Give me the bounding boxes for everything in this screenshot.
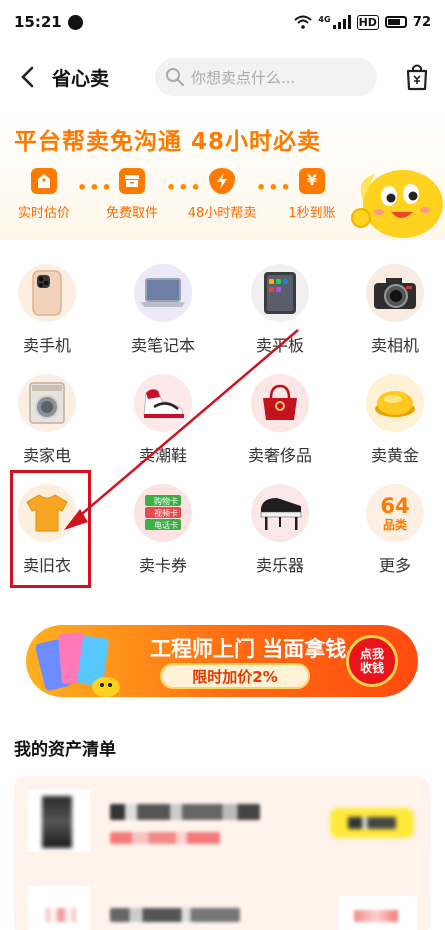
step-label: 48小时帮卖 xyxy=(187,206,257,221)
asset-thumbnail xyxy=(28,886,90,930)
battery-level: 72 xyxy=(412,14,431,30)
message-icon xyxy=(67,14,83,30)
tablet-icon xyxy=(251,264,309,322)
back-button[interactable] xyxy=(14,64,40,90)
banner-slogan: 平台帮卖免沟通 48小时必卖 xyxy=(14,129,322,155)
highlight-box xyxy=(10,470,91,588)
card-label: 购物卡 xyxy=(154,496,178,506)
asset-item[interactable] xyxy=(28,886,430,930)
promo-tag: 限时加价2% xyxy=(160,663,310,689)
category-label: 卖卡券 xyxy=(138,556,187,575)
assets-card xyxy=(14,776,430,930)
mascot-image xyxy=(351,170,443,238)
status-time: 15:21 xyxy=(14,13,62,31)
search-input[interactable]: 你想卖点什么... xyxy=(155,58,378,96)
search-icon xyxy=(166,68,185,87)
cta-line: 点我 xyxy=(359,646,384,661)
service-steps: 实时估价 ••• 免费取件 ••• 48小时帮卖 ••• ¥ 1秒到账 xyxy=(0,168,360,230)
category-luxury[interactable]: 卖奢侈品 xyxy=(225,374,335,466)
gold-icon xyxy=(366,374,424,432)
step-label: 1秒到账 xyxy=(288,206,336,221)
card-icon: 购物卡 视频卡 电话卡 xyxy=(134,484,192,542)
sneaker-icon xyxy=(134,374,192,432)
hd-badge: HD xyxy=(356,14,379,30)
page-title: 省心卖 xyxy=(52,67,110,90)
shopping-bag-icon xyxy=(406,64,428,91)
asset-name xyxy=(110,804,260,820)
lightning-icon xyxy=(209,168,235,194)
category-appliance[interactable]: 卖家电 xyxy=(0,374,102,466)
category-label: 卖笔记本 xyxy=(130,336,195,355)
category-tablet[interactable]: 卖平板 xyxy=(225,264,335,356)
category-laptop[interactable]: 卖笔记本 xyxy=(108,264,218,356)
category-label: 卖手机 xyxy=(22,336,71,355)
washing-machine-icon xyxy=(18,374,76,432)
wifi-icon xyxy=(294,15,313,29)
asset-action xyxy=(330,808,414,838)
category-label: 卖潮鞋 xyxy=(138,446,187,465)
signal-icon xyxy=(332,15,351,29)
card-label: 电话卡 xyxy=(154,520,178,530)
header: 省心卖 你想卖点什么... xyxy=(0,52,445,102)
more-count: 64 xyxy=(380,493,410,518)
category-gold[interactable]: 卖黄金 xyxy=(340,374,445,466)
assets-section-title: 我的资产清单 xyxy=(14,740,116,760)
category-sneakers[interactable]: 卖潮鞋 xyxy=(108,374,218,466)
handbag-icon xyxy=(251,374,309,432)
asset-action xyxy=(338,896,418,930)
category-label: 卖家电 xyxy=(22,446,71,465)
promo-banner[interactable]: 工程师上门 当面拿钱 限时加价2% 点我 收钱 xyxy=(26,625,418,697)
yen-icon: ¥ xyxy=(299,168,325,194)
category-label: 卖黄金 xyxy=(370,446,419,465)
piano-icon xyxy=(251,484,309,542)
category-more[interactable]: 64 品类 更多 xyxy=(340,484,445,576)
category-label: 卖奢侈品 xyxy=(247,446,312,465)
camera-icon xyxy=(366,264,424,322)
category-label: 卖相机 xyxy=(370,336,419,355)
category-camera[interactable]: 卖相机 xyxy=(340,264,445,356)
laptop-icon xyxy=(134,264,192,322)
status-bar: 15:21 4G HD 72 xyxy=(0,0,445,44)
battery-icon xyxy=(384,16,407,28)
card-label: 视频卡 xyxy=(154,508,178,518)
box-icon xyxy=(119,168,145,194)
step-pickup: 免费取件 xyxy=(92,168,172,221)
step-48h: 48小时帮卖 xyxy=(182,168,262,221)
asset-price xyxy=(110,832,220,844)
step-label: 免费取件 xyxy=(105,206,158,221)
search-placeholder: 你想卖点什么... xyxy=(191,68,296,87)
status-icons: 4G HD 72 xyxy=(294,14,431,30)
promo-title: 工程师上门 当面拿钱 xyxy=(150,637,347,661)
asset-item[interactable] xyxy=(28,790,430,860)
more-badge: 64 品类 xyxy=(380,493,410,532)
asset-name xyxy=(110,908,240,922)
step-estimate: 实时估价 xyxy=(4,168,84,221)
category-label: 卖平板 xyxy=(255,336,304,355)
network-label: 4G xyxy=(318,14,331,24)
promo-cta-button[interactable]: 点我 收钱 xyxy=(346,635,398,687)
cta-line: 收钱 xyxy=(359,661,384,675)
phones-illustration xyxy=(36,632,120,697)
category-label: 卖乐器 xyxy=(255,556,304,575)
step-label: 实时估价 xyxy=(17,206,70,221)
price-tag-icon xyxy=(31,168,57,194)
more-unit: 品类 xyxy=(382,517,407,532)
category-cards[interactable]: 购物卡视频卡电话卡 卖卡券 xyxy=(108,484,218,576)
category-label: 更多 xyxy=(378,556,411,575)
category-phone[interactable]: 卖手机 xyxy=(0,264,102,356)
asset-thumbnail xyxy=(28,790,90,852)
phone-icon xyxy=(18,264,76,322)
category-instruments[interactable]: 卖乐器 xyxy=(225,484,335,576)
more-icon: 64 品类 xyxy=(366,484,424,542)
back-arrow-icon xyxy=(21,66,34,88)
cart-button[interactable] xyxy=(403,63,431,91)
step-payout: ¥ 1秒到账 xyxy=(272,168,352,221)
